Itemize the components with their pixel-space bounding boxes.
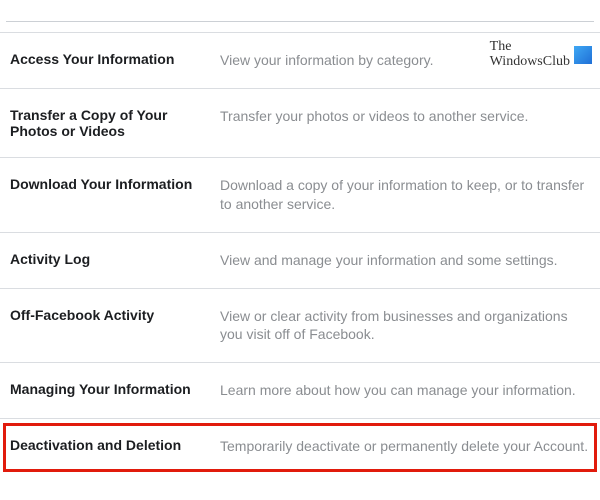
row-download-information[interactable]: Download Your Information Download a cop… <box>0 157 600 232</box>
row-desc: Transfer your photos or videos to anothe… <box>220 107 590 126</box>
row-label: Deactivation and Deletion <box>10 437 220 453</box>
row-desc: Temporarily deactivate or permanently de… <box>220 437 590 456</box>
row-managing-information[interactable]: Managing Your Information Learn more abo… <box>0 362 600 418</box>
row-deactivation-deletion[interactable]: Deactivation and Deletion Temporarily de… <box>0 418 600 474</box>
row-desc: View or clear activity from businesses a… <box>220 307 590 345</box>
top-divider <box>6 0 594 22</box>
row-desc: View your information by category. <box>220 51 590 70</box>
row-access-your-information[interactable]: Access Your Information View your inform… <box>0 32 600 88</box>
row-activity-log[interactable]: Activity Log View and manage your inform… <box>0 232 600 288</box>
row-label: Activity Log <box>10 251 220 267</box>
row-label: Off-Facebook Activity <box>10 307 220 323</box>
settings-list: Access Your Information View your inform… <box>0 32 600 474</box>
row-label: Download Your Information <box>10 176 220 192</box>
row-label: Access Your Information <box>10 51 220 67</box>
row-label: Transfer a Copy of Your Photos or Videos <box>10 107 220 139</box>
row-off-facebook-activity[interactable]: Off-Facebook Activity View or clear acti… <box>0 288 600 363</box>
row-desc: Download a copy of your information to k… <box>220 176 590 214</box>
row-label: Managing Your Information <box>10 381 220 397</box>
row-desc: Learn more about how you can manage your… <box>220 381 590 400</box>
row-transfer-copy[interactable]: Transfer a Copy of Your Photos or Videos… <box>0 88 600 157</box>
row-desc: View and manage your information and som… <box>220 251 590 270</box>
